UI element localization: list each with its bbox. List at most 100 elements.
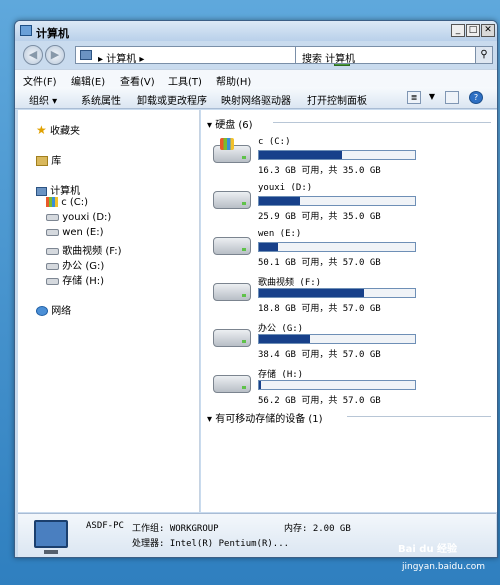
sidebar-item-drive-d[interactable]: youxi (D:)	[46, 212, 111, 223]
menu-view[interactable]: 查看(V)	[120, 73, 155, 88]
drive-name: 存储 (H:)	[258, 370, 304, 380]
drive-usage-bar	[258, 150, 416, 160]
drive-space: 38.4 GB 可用，共 57.0 GB	[258, 350, 381, 360]
sidebar-item-label: 网络	[51, 306, 72, 317]
forward-button[interactable]: ▶	[45, 45, 65, 65]
minimize-button[interactable]: _	[451, 24, 465, 37]
organize-button[interactable]: 组织 ▾	[29, 92, 57, 107]
back-button[interactable]: ◀	[23, 45, 43, 65]
drive-usage-fill	[259, 243, 278, 251]
window-title: 计算机	[36, 27, 69, 40]
drive-item[interactable]: 办公 (G:) 38.4 GB 可用，共 57.0 GB	[213, 321, 493, 369]
help-icon[interactable]: ?	[469, 91, 483, 104]
drive-usage-fill	[259, 197, 300, 205]
drive-icon	[213, 237, 251, 255]
watermark-url: jingyan.baidu.com	[402, 562, 486, 572]
sidebar-item-drive-c[interactable]: c (C:)	[46, 197, 88, 208]
map-network-drive-button[interactable]: 映射网络驱动器	[221, 92, 291, 107]
navigation-pane: ★ 收藏夹 库 计算机 c (C:) youxi (D:) wen (E:) 歌…	[18, 110, 200, 512]
pc-name: ASDF-PC	[86, 521, 124, 531]
sidebar-item-drive-e[interactable]: wen (E:)	[46, 227, 104, 238]
removable-group-header[interactable]: ▾ 有可移动存储的设备 (1)	[207, 410, 323, 425]
watermark-logo: Bai du 经验	[398, 544, 458, 555]
drive-space: 18.8 GB 可用，共 57.0 GB	[258, 304, 381, 314]
windows-drive-icon	[213, 138, 251, 163]
drive-usage-bar	[258, 334, 416, 344]
drive-usage-fill	[259, 151, 343, 159]
workgroup: 工作组: WORKGROUP	[132, 524, 219, 534]
network-icon	[36, 306, 48, 316]
drive-item[interactable]: 存储 (H:) 56.2 GB 可用，共 57.0 GB	[213, 367, 493, 415]
open-control-panel-button[interactable]: 打开控制面板	[307, 92, 367, 107]
drive-name: wen (E:)	[258, 229, 302, 239]
sidebar-item-network[interactable]: 网络	[36, 302, 71, 317]
drive-usage-fill	[259, 381, 261, 389]
drive-item[interactable]: wen (E:) 50.1 GB 可用，共 57.0 GB	[213, 229, 493, 277]
menu-file[interactable]: 文件(F)	[23, 73, 57, 88]
menu-edit[interactable]: 编辑(E)	[71, 73, 105, 88]
menu-tools[interactable]: 工具(T)	[168, 73, 202, 88]
close-button[interactable]: ✕	[481, 24, 495, 37]
sidebar-item-favorites[interactable]: ★ 收藏夹	[36, 122, 80, 137]
drive-icon	[213, 329, 251, 347]
computer-icon	[36, 186, 47, 196]
view-options-icon[interactable]: ≣	[407, 91, 421, 104]
sidebar-item-label: youxi (D:)	[62, 212, 112, 223]
memory: 内存: 2.00 GB	[284, 524, 351, 534]
drive-item[interactable]: 歌曲视频 (F:) 18.8 GB 可用，共 57.0 GB	[213, 275, 493, 323]
drive-space: 25.9 GB 可用，共 35.0 GB	[258, 212, 381, 222]
sidebar-item-label: 库	[51, 156, 62, 167]
drive-item[interactable]: youxi (D:) 25.9 GB 可用，共 35.0 GB	[213, 183, 493, 231]
sidebar-item-label: wen (E:)	[62, 227, 104, 238]
sidebar-item-libraries[interactable]: 库	[36, 152, 61, 167]
drive-icon	[46, 228, 59, 236]
sidebar-item-computer[interactable]: 计算机	[36, 182, 80, 197]
address-bar[interactable]: ▸ 计算机 ▸ ▼ ⇆	[75, 46, 350, 66]
search-icon[interactable]: ⚲	[475, 46, 493, 64]
title-bar[interactable]: 计算机 _ □ ✕	[15, 21, 497, 41]
sidebar-item-label: c (C:)	[61, 197, 89, 208]
drive-name: c (C:)	[258, 137, 291, 147]
drive-usage-bar	[258, 242, 416, 252]
command-bar: 组织 ▾ 系统属性 卸载或更改程序 映射网络驱动器 打开控制面板 ≣ ▼ ?	[15, 87, 497, 109]
drive-icon	[46, 247, 59, 255]
group-divider	[347, 416, 491, 417]
sidebar-item-label: 收藏夹	[49, 126, 80, 137]
menu-help[interactable]: 帮助(H)	[216, 73, 251, 88]
computer-icon	[80, 50, 92, 60]
drive-usage-bar	[258, 380, 416, 390]
hdd-group-header[interactable]: ▾ 硬盘 (6)	[207, 116, 253, 131]
group-divider	[273, 122, 491, 123]
computer-icon	[34, 520, 68, 554]
processor: 处理器: Intel(R) Pentium(R)...	[132, 539, 290, 549]
content-pane: ▾ 硬盘 (6) c (C:) 16.3 GB 可用，共 35.0 GB you…	[201, 110, 497, 512]
computer-icon	[20, 25, 32, 36]
explorer-window: 计算机 _ □ ✕ ◀ ▶ ▸ 计算机 ▸ ▼ ⇆ 搜索 计算机 ⚲ 文件(F)…	[14, 20, 498, 558]
drive-space: 56.2 GB 可用，共 57.0 GB	[258, 396, 381, 406]
search-placeholder: 搜索 计算机	[302, 54, 356, 65]
drive-name: 办公 (G:)	[258, 324, 304, 334]
drive-icon	[213, 283, 251, 301]
drive-space: 16.3 GB 可用，共 35.0 GB	[258, 166, 381, 176]
drive-item[interactable]: c (C:) 16.3 GB 可用，共 35.0 GB	[213, 137, 493, 185]
system-properties-button[interactable]: 系统属性	[81, 92, 121, 107]
maximize-button[interactable]: □	[466, 24, 480, 37]
sidebar-item-label: 存储 (H:)	[62, 276, 105, 287]
sidebar-item-drive-f[interactable]: 歌曲视频 (F:)	[46, 242, 122, 257]
drive-space: 50.1 GB 可用，共 57.0 GB	[258, 258, 381, 268]
search-input[interactable]: 搜索 计算机 ⚲	[295, 46, 493, 65]
drive-icon	[213, 375, 251, 393]
sidebar-item-drive-g[interactable]: 办公 (G:)	[46, 257, 104, 272]
drive-icon	[213, 191, 251, 209]
drive-icon	[46, 277, 59, 285]
group-label: 有可移动存储的设备 (1)	[215, 414, 323, 425]
uninstall-program-button[interactable]: 卸载或更改程序	[137, 92, 207, 107]
library-icon	[36, 156, 48, 166]
drive-usage-fill	[259, 289, 364, 297]
menu-bar: 文件(F) 编辑(E) 查看(V) 工具(T) 帮助(H)	[15, 69, 497, 88]
preview-pane-icon[interactable]	[445, 91, 459, 104]
sidebar-item-drive-h[interactable]: 存储 (H:)	[46, 272, 104, 287]
sidebar-item-label: 计算机	[50, 186, 81, 197]
sidebar-item-label: 歌曲视频 (F:)	[62, 246, 122, 257]
chevron-down-icon[interactable]: ▼	[425, 91, 439, 104]
